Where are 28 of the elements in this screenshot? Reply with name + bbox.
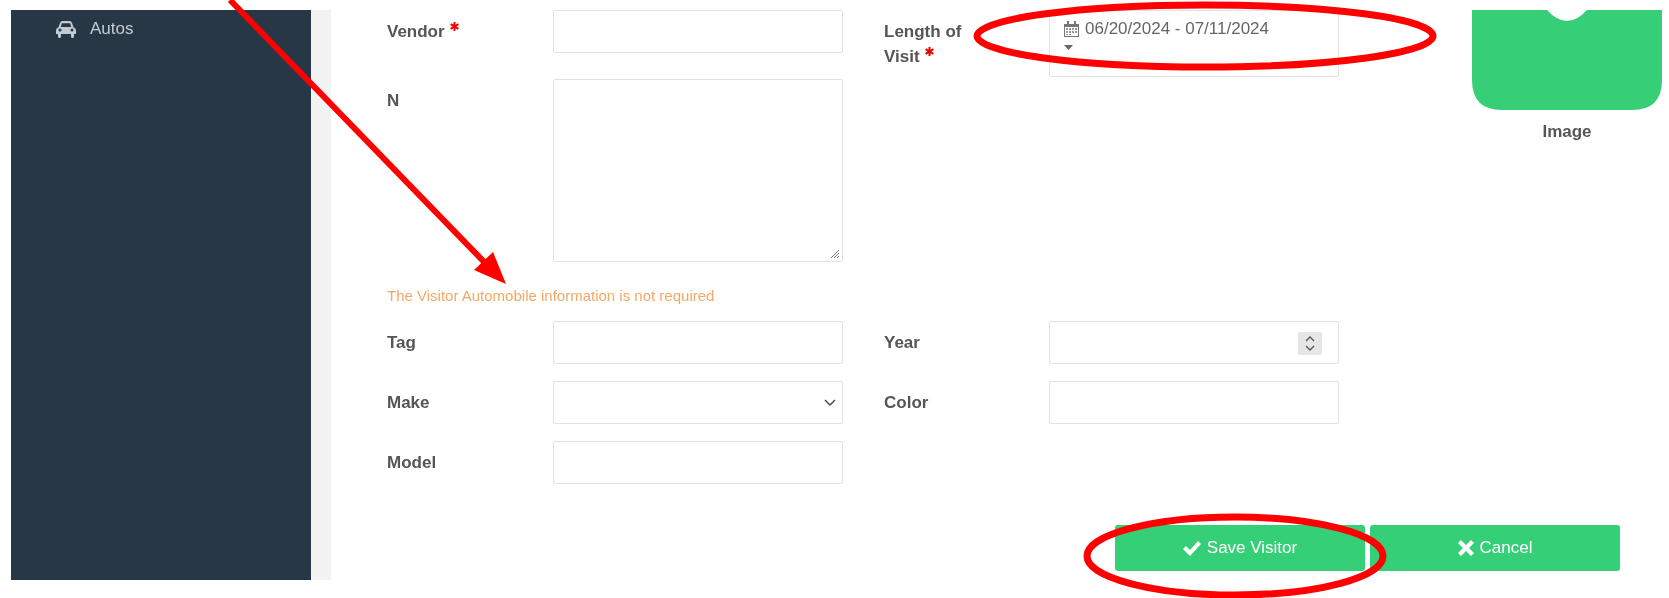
field-label: Length of Visit xyxy=(884,21,963,68)
calendar-icon xyxy=(1064,21,1079,37)
spinner-icon[interactable] xyxy=(1298,332,1322,355)
close-icon xyxy=(1457,540,1474,556)
text-field[interactable] xyxy=(553,10,843,53)
image-label: Image xyxy=(1542,122,1592,142)
car-icon xyxy=(56,20,76,38)
text-field[interactable] xyxy=(553,321,843,364)
field-label: Make xyxy=(387,392,431,414)
text-field[interactable] xyxy=(1049,381,1339,424)
field-label: Year xyxy=(884,332,921,354)
text-area[interactable] xyxy=(553,79,843,262)
field-label: N xyxy=(387,90,401,112)
user-silhouette-icon xyxy=(1472,10,1662,110)
number-field[interactable] xyxy=(1049,321,1339,364)
caret-icon xyxy=(1064,45,1073,50)
field-label: Tag xyxy=(387,332,417,354)
date-range-value: 06/20/2024 - 07/11/2024 xyxy=(1085,19,1269,39)
resize-grip-icon xyxy=(830,249,840,259)
text-field[interactable] xyxy=(553,441,843,484)
field-label: Color xyxy=(884,392,930,414)
field-label: Model xyxy=(387,452,438,474)
hint-text: The Visitor Automobile information is not required xyxy=(387,287,716,304)
checkmark-icon xyxy=(1182,540,1201,556)
sidebar-item[interactable]: Autos xyxy=(11,10,311,39)
chevron-down-icon xyxy=(824,399,836,407)
field-label: Vendor xyxy=(387,10,553,44)
select-field[interactable] xyxy=(553,381,843,424)
